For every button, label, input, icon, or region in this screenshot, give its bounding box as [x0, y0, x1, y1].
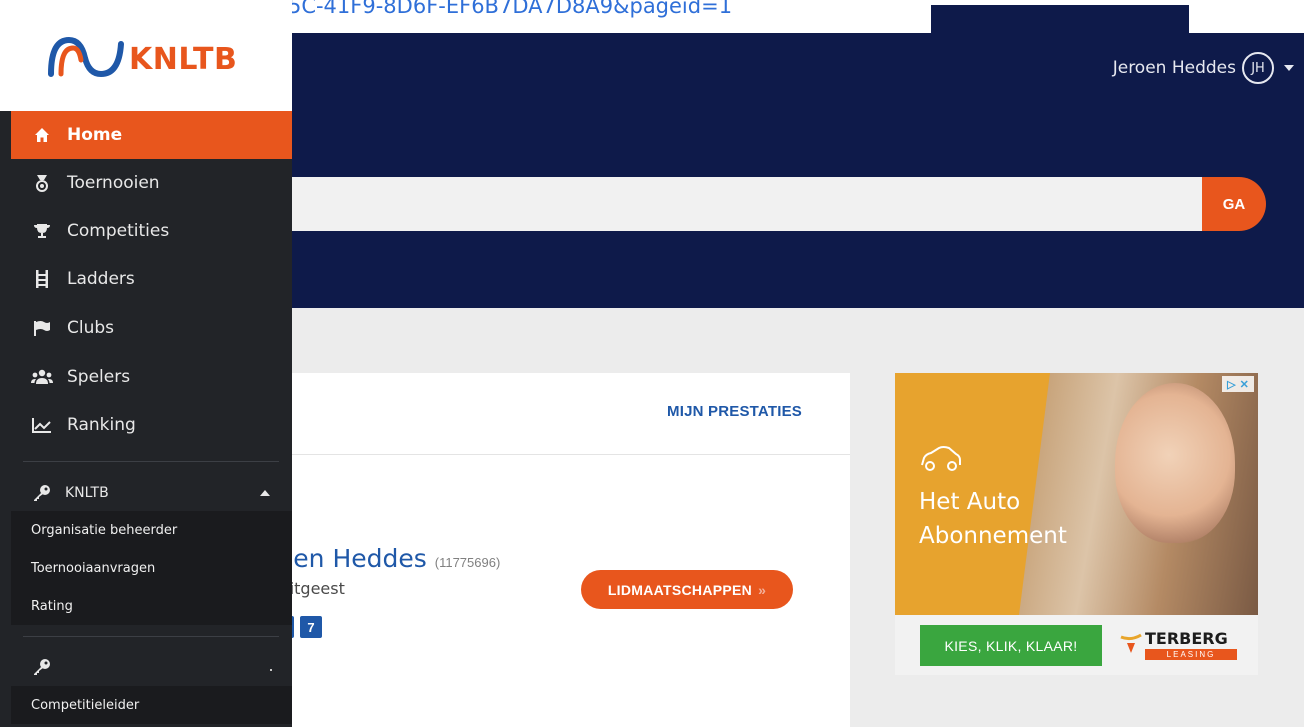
sidebar-item-label: Toernooien	[67, 173, 160, 193]
car-icon	[921, 446, 961, 471]
terberg-logo-sub: LEASING	[1145, 649, 1237, 660]
sidebar-item-toernooien[interactable]: Toernooien	[11, 159, 292, 207]
lidmaatschappen-button[interactable]: LIDMAATSCHAPPEN »	[581, 570, 793, 609]
sidebar-item-label: Ranking	[67, 415, 136, 435]
knltb-logo[interactable]: KNLTB	[0, 0, 292, 111]
sidebar-subitem-rating[interactable]: Rating	[11, 587, 292, 625]
lidmaatschappen-label: LIDMAATSCHAPPEN	[607, 581, 753, 598]
user-menu[interactable]: Jeroen Heddes JH	[1113, 48, 1294, 88]
advertisement[interactable]: ▷ ✕ Het Auto Abonnement KIES, KLIK, KLAAR…	[895, 373, 1258, 675]
users-icon	[31, 366, 53, 388]
sidebar-divider	[23, 636, 279, 637]
ad-cta-button[interactable]: KIES, KLIK, KLAAR!	[920, 625, 1102, 666]
terberg-mark-icon	[1120, 633, 1142, 653]
sidebar-subitem-organisatie-beheerder[interactable]: Organisatie beheerder	[11, 511, 292, 549]
home-icon	[31, 124, 53, 146]
avatar: JH	[1242, 52, 1274, 84]
sidebar-item-spelers[interactable]: Spelers	[11, 353, 292, 401]
card-divider	[292, 454, 850, 455]
player-name-text: oen Heddes	[278, 544, 427, 573]
trophy-icon	[31, 220, 53, 242]
sidebar-item-label: Clubs	[67, 318, 115, 338]
sidebar-group-label: KNLTB	[65, 485, 109, 501]
sidebar: KNLTB Home Toernooien Competities Ladder…	[0, 0, 292, 727]
double-chevron-right-icon: »	[758, 581, 767, 598]
sidebar-group-knltb[interactable]: KNLTB	[11, 469, 292, 517]
chart-icon	[31, 414, 53, 436]
player-id: (11775696)	[434, 555, 501, 570]
player-name[interactable]: oen Heddes (11775696)	[278, 544, 500, 573]
sidebar-item-competities[interactable]: Competities	[11, 207, 292, 255]
key-icon	[31, 656, 53, 678]
sidebar-item-label: Spelers	[67, 367, 131, 387]
chevron-up-icon	[260, 490, 270, 496]
profile-card: MIJN PRESTATIES oen Heddes (11775696) Ui…	[278, 373, 850, 727]
search-go-button[interactable]: GA	[1202, 177, 1266, 231]
key-icon	[31, 482, 53, 504]
ad-choices-icon[interactable]: ▷ ✕	[1222, 376, 1254, 392]
sidebar-subitem-toernooiaanvragen[interactable]: Toernooiaanvragen	[11, 549, 292, 587]
flag-icon	[31, 317, 53, 339]
sidebar-group-2[interactable]	[11, 643, 292, 691]
ad-title: Het Auto Abonnement	[919, 485, 1099, 553]
ad-face-image	[1115, 383, 1235, 543]
sidebar-item-label: Home	[67, 125, 123, 145]
ad-title-line2: Abonnement	[919, 523, 1067, 549]
sidebar-item-clubs[interactable]: Clubs	[11, 304, 292, 352]
user-name: Jeroen Heddes	[1112, 58, 1236, 78]
medal-icon	[31, 172, 53, 194]
sidebar-item-ladders[interactable]: Ladders	[11, 255, 292, 303]
ladder-icon	[31, 268, 53, 290]
knltb-logo-mark-icon	[48, 36, 124, 78]
ad-title-line1: Het Auto	[919, 489, 1021, 515]
collapse-indicator	[270, 669, 272, 671]
sidebar-divider	[23, 461, 279, 462]
terberg-logo-text: TERBERG	[1145, 629, 1228, 648]
mijn-prestaties-link[interactable]: MIJN PRESTATIES	[667, 403, 802, 420]
chevron-down-icon	[1284, 65, 1294, 71]
sidebar-subitem-competitieleider[interactable]: Competitieleider	[11, 686, 292, 724]
sidebar-item-label: Ladders	[67, 269, 135, 289]
top-tab	[931, 5, 1189, 35]
sidebar-item-ranking[interactable]: Ranking	[11, 401, 292, 449]
rating-badge: 7	[300, 616, 322, 638]
sidebar-item-home[interactable]: Home	[11, 111, 292, 159]
knltb-logo-text: KNLTB	[129, 42, 238, 77]
terberg-logo: TERBERG LEASING	[1119, 629, 1237, 661]
sidebar-item-label: Competities	[67, 221, 170, 241]
